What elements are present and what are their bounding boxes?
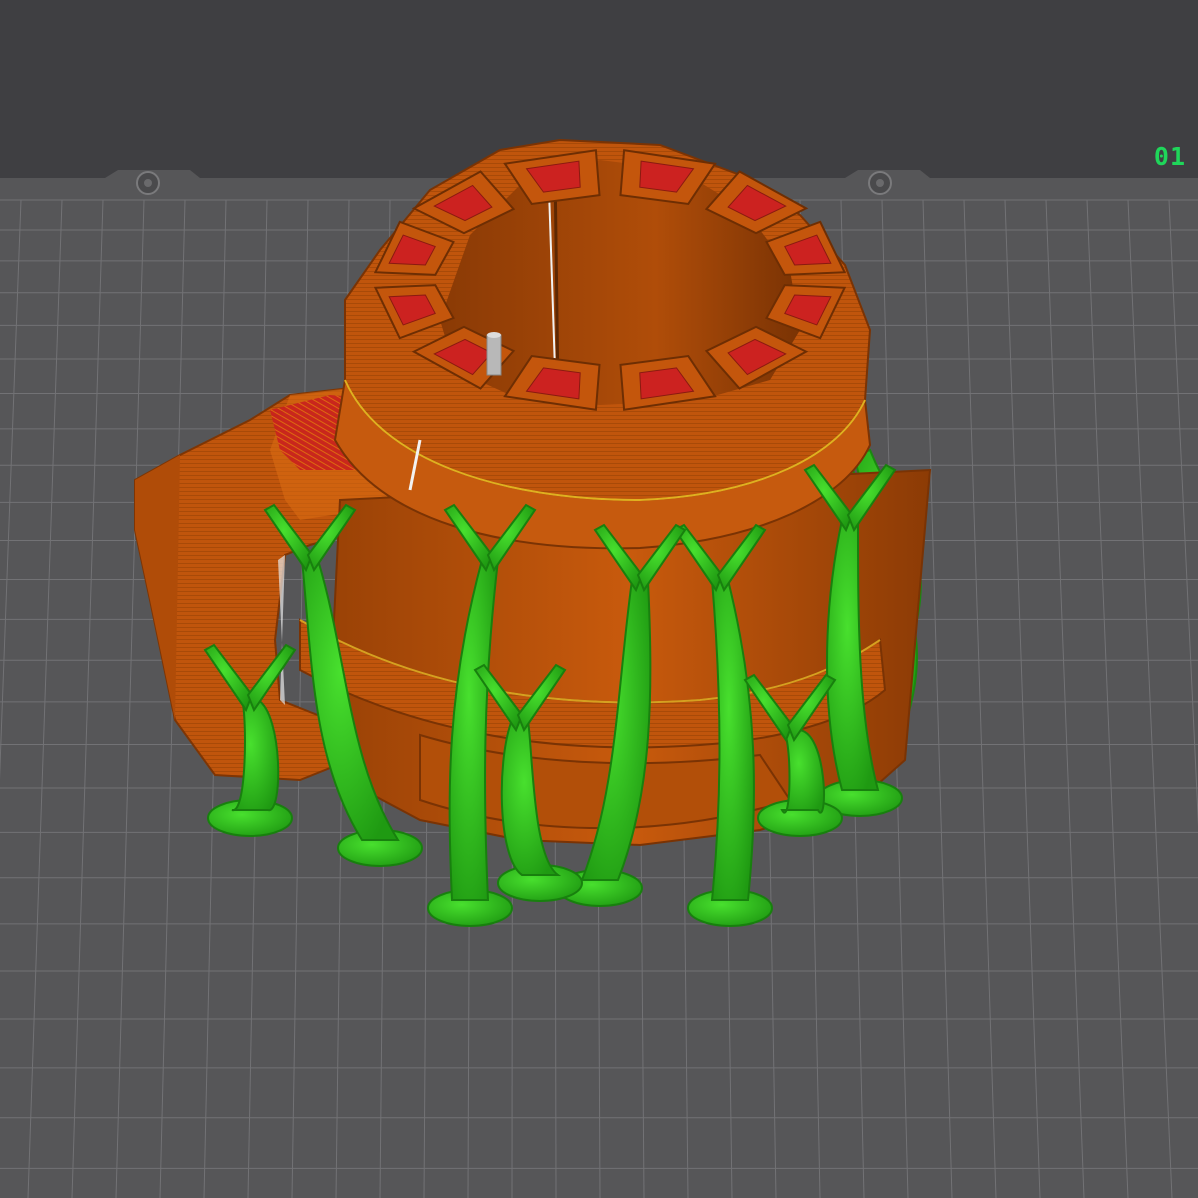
build-plate-scene[interactable] (0, 0, 1198, 1198)
3d-viewport[interactable]: 01 (0, 0, 1198, 1198)
wipe-tower-pin (486, 332, 502, 376)
plate-number-label: 01 (1153, 142, 1186, 171)
